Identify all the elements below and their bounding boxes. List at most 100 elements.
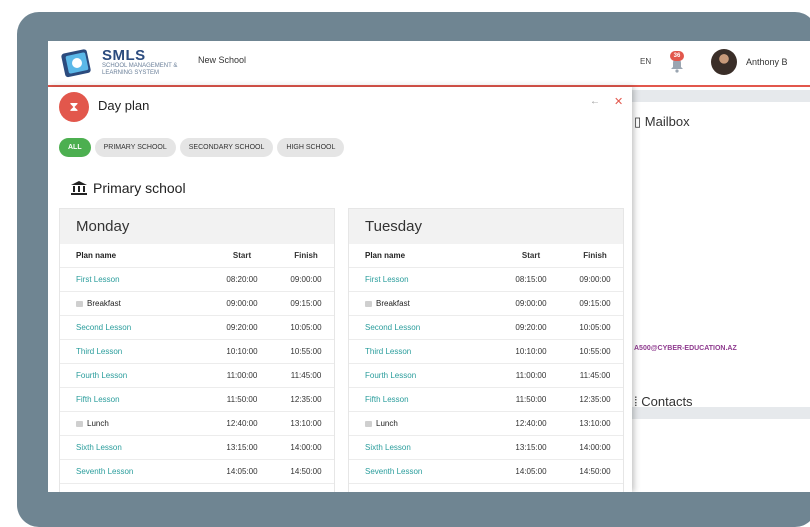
- plan-name-cell: Second Lesson: [60, 323, 206, 332]
- start-time-cell: 09:20:00: [226, 323, 258, 332]
- lesson-link[interactable]: First Lesson: [365, 275, 409, 284]
- lesson-link[interactable]: Fifth Lesson: [76, 395, 120, 404]
- finish-time-cell: 13:10:00: [579, 419, 611, 428]
- lesson-link[interactable]: Third Lesson: [76, 347, 122, 356]
- lesson-link[interactable]: Second Lesson: [365, 323, 420, 332]
- break-icon: [365, 420, 372, 427]
- table-row[interactable]: Fourth Lesson 11:00:00 11:45:00: [60, 364, 334, 388]
- table-row: Lunch 12:40:00 13:10:00: [60, 412, 334, 436]
- finish-time-cell: 14:00:00: [290, 443, 322, 452]
- language-selector[interactable]: EN: [640, 57, 651, 66]
- institution-icon: [71, 181, 87, 195]
- break-label: Snack time: [87, 491, 127, 492]
- finish-time-cell: 15:20:00: [278, 491, 334, 492]
- table-row[interactable]: First Lesson 08:15:00 09:00:00: [349, 268, 623, 292]
- lesson-link[interactable]: First Lesson: [76, 275, 120, 284]
- col-plan-name: Plan name: [365, 251, 406, 260]
- mailbox-icon: ▯: [634, 114, 642, 129]
- start-time-cell: 10:10:00: [226, 347, 258, 356]
- plan-name-cell: Seventh Lesson: [60, 467, 206, 476]
- filter-chip-primary-school[interactable]: PRIMARY SCHOOL: [94, 138, 176, 157]
- table-row[interactable]: Third Lesson 10:10:00 10:55:00: [349, 340, 623, 364]
- start-time-cell: 12:40:00: [515, 419, 547, 428]
- finish-time-cell: 12:35:00: [290, 395, 322, 404]
- filter-chip-high-school[interactable]: HIGH SCHOOL: [277, 138, 345, 157]
- table-row[interactable]: Second Lesson 09:20:00 10:05:00: [349, 316, 623, 340]
- lesson-link[interactable]: Sixth Lesson: [365, 443, 411, 452]
- finish-time-cell: 10:05:00: [290, 323, 322, 332]
- col-start: Start: [521, 251, 541, 260]
- avatar[interactable]: [711, 49, 737, 75]
- lesson-link[interactable]: Seventh Lesson: [76, 467, 133, 476]
- start-time-cell: 11:50:00: [226, 395, 258, 404]
- table-row[interactable]: Sixth Lesson 13:15:00 14:00:00: [349, 436, 623, 460]
- plan-name-cell: Breakfast: [349, 299, 495, 308]
- start-time-cell: 11:00:00: [226, 371, 258, 380]
- section-title: Primary school: [93, 180, 186, 196]
- notification-badge: 36: [670, 51, 684, 61]
- start-time-cell: 14:05:00: [515, 467, 547, 476]
- plan-name-cell: Second Lesson: [349, 323, 495, 332]
- day-card-monday: Monday Plan name Start Finish First Less…: [59, 208, 335, 492]
- table-row[interactable]: Fifth Lesson 11:50:00 12:35:00: [349, 388, 623, 412]
- lesson-link[interactable]: Fifth Lesson: [365, 395, 409, 404]
- lesson-link[interactable]: Fourth Lesson: [76, 371, 127, 380]
- lesson-link[interactable]: Fourth Lesson: [365, 371, 416, 380]
- table-row[interactable]: Sixth Lesson 13:15:00 14:00:00: [60, 436, 334, 460]
- start-time-cell: 14:05:00: [226, 467, 258, 476]
- table-row[interactable]: Fourth Lesson 11:00:00 11:45:00: [349, 364, 623, 388]
- lesson-link[interactable]: Second Lesson: [76, 323, 131, 332]
- finish-time-cell: 10:55:00: [290, 347, 322, 356]
- school-name[interactable]: New School: [198, 55, 246, 65]
- contacts-title: Contacts: [641, 394, 693, 409]
- plan-name-cell: Lunch: [60, 419, 206, 428]
- lesson-link[interactable]: Third Lesson: [365, 347, 411, 356]
- arrow-left-icon[interactable]: ←: [590, 96, 600, 107]
- plan-name-cell: Seventh Lesson: [349, 467, 495, 476]
- plan-name-cell: Fourth Lesson: [60, 371, 206, 380]
- start-time-cell: 08:15:00: [515, 275, 547, 284]
- user-name[interactable]: Anthony B: [746, 57, 788, 67]
- table-row[interactable]: First Lesson 08:20:00 09:00:00: [60, 268, 334, 292]
- email-address[interactable]: A500@CYBER-EDUCATION.AZ: [634, 345, 737, 352]
- background-panel: [632, 87, 810, 492]
- col-start: Start: [232, 251, 252, 260]
- lesson-link[interactable]: Sixth Lesson: [76, 443, 122, 452]
- col-plan-name: Plan name: [76, 251, 117, 260]
- table-row[interactable]: Seventh Lesson 14:05:00 14:50:00: [60, 460, 334, 484]
- filter-chips: ALL PRIMARY SCHOOL SECONDARY SCHOOL HIGH…: [59, 138, 345, 157]
- finish-time-cell: 10:55:00: [579, 347, 611, 356]
- close-icon[interactable]: ✕: [614, 95, 623, 108]
- contacts-heading: ⁞ Contacts: [634, 394, 693, 409]
- contacts-icon: ⁞: [634, 394, 638, 409]
- table-row: Breakfast 09:00:00 09:15:00: [349, 292, 623, 316]
- table-row[interactable]: Fifth Lesson 11:50:00 12:35:00: [60, 388, 334, 412]
- plan-name-cell: Sixth Lesson: [60, 443, 206, 452]
- mailbox-heading: ▯ Mailbox: [634, 114, 690, 130]
- day-title: Tuesday: [349, 209, 623, 244]
- plan-name-cell: Breakfast: [60, 299, 206, 308]
- table-header: Plan name Start Finish: [60, 244, 334, 268]
- plan-name-cell: Third Lesson: [60, 347, 206, 356]
- table-body: First Lesson 08:15:00 09:00:00 Breakfast 09:…: [349, 268, 623, 492]
- break-icon: [76, 420, 83, 427]
- finish-time-cell: 09:00:00: [579, 275, 611, 284]
- finish-time-cell: 12:35:00: [579, 395, 611, 404]
- table-row[interactable]: Third Lesson 10:10:00 10:55:00: [60, 340, 334, 364]
- filter-chip-all[interactable]: ALL: [59, 138, 91, 157]
- top-header: SMLS School Management & Learning System…: [48, 41, 810, 87]
- start-time-cell: 11:00:00: [515, 371, 547, 380]
- table-row[interactable]: Second Lesson 09:20:00 10:05:00: [60, 316, 334, 340]
- logo-subtitle: School Management & Learning System: [102, 63, 178, 76]
- day-plan-modal: ⧗ Day plan ← ✕ ALL PRIMARY SCHOOL SECOND…: [48, 87, 632, 492]
- start-time-cell: 12:40:00: [226, 419, 258, 428]
- lesson-link[interactable]: Seventh Lesson: [365, 467, 422, 476]
- filter-chip-secondary-school[interactable]: SECONDARY SCHOOL: [179, 138, 274, 157]
- table-row[interactable]: Seventh Lesson 14:05:00 14:50:00: [349, 460, 623, 484]
- logo-title[interactable]: SMLS: [102, 47, 146, 64]
- break-icon: [365, 300, 372, 307]
- plan-name-cell: Fifth Lesson: [349, 395, 495, 404]
- mailbox-title: Mailbox: [644, 114, 690, 129]
- panel-divider: [632, 90, 810, 102]
- finish-time-cell: 13:10:00: [290, 419, 322, 428]
